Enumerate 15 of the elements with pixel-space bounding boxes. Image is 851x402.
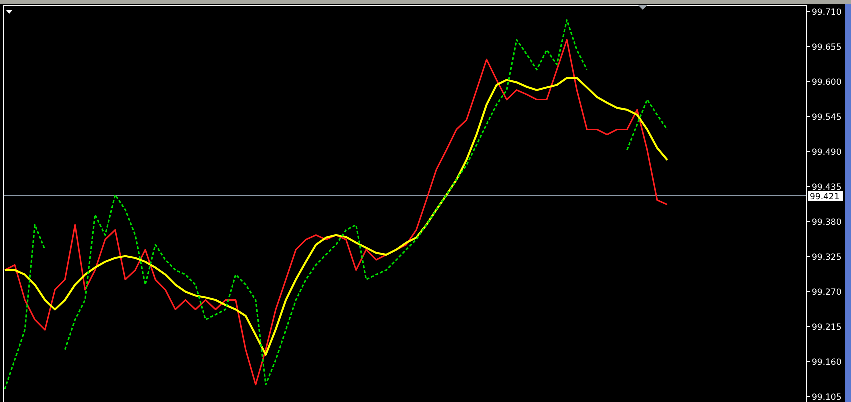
axis-label: 99.655: [812, 43, 842, 53]
dropdown-icon[interactable]: [6, 10, 13, 14]
axis-label: 99.270: [812, 288, 842, 298]
axis-label: 99.490: [812, 148, 842, 158]
triangle-marker-icon: [638, 5, 648, 10]
axis-label: 99.545: [812, 112, 842, 123]
axis-label: 99.105: [812, 392, 842, 402]
axis-label: 99.380: [812, 218, 842, 228]
axis-label: 99.600: [812, 78, 842, 88]
axis-label: 99.160: [812, 358, 842, 368]
current-price-label: 99.421: [808, 191, 843, 202]
axis-label: 99.215: [812, 322, 842, 333]
axis-label: 99.435: [812, 182, 842, 193]
axis-label: 99.325: [812, 252, 842, 263]
axis-label: 99.710: [812, 8, 842, 18]
